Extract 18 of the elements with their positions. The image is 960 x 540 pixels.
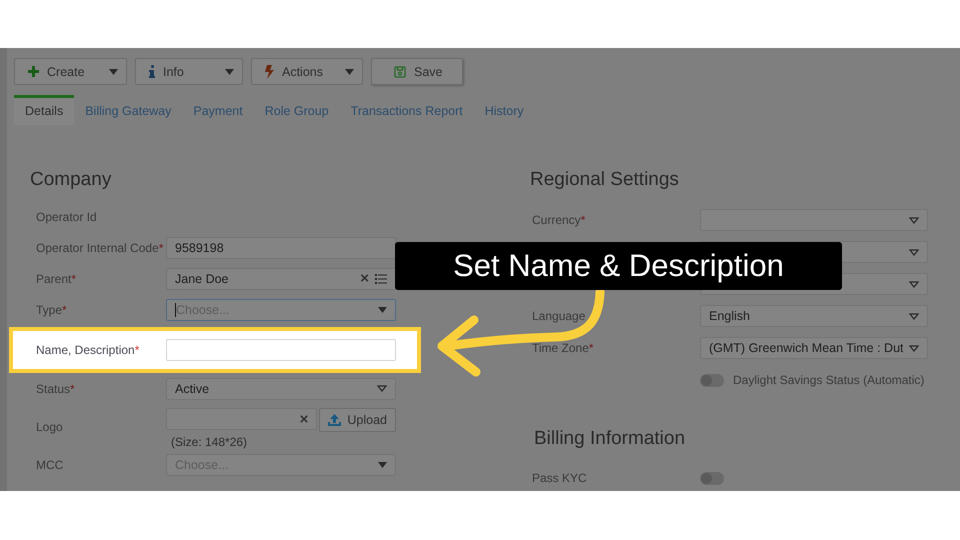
field-label: Time Zone* — [532, 341, 595, 355]
field-label: Logo — [36, 420, 64, 434]
section-heading: Regional Settings — [530, 169, 680, 191]
section-heading: Company — [30, 169, 112, 191]
field-label: Currency* — [532, 213, 586, 227]
field-label: Operator Id — [36, 210, 98, 224]
field-label: Type* — [36, 302, 68, 316]
instruction-tooltip: Set Name & Description — [395, 242, 842, 290]
section-heading: Billing Information — [534, 428, 686, 450]
field-label: Parent* — [36, 272, 78, 286]
hint-text: (Size: 148*26) — [170, 435, 248, 449]
toggle-label: Daylight Savings Status (Automatic) — [733, 373, 924, 387]
field-label: Pass KYC — [532, 471, 588, 485]
field-label: MCC — [36, 458, 64, 472]
field-label: Operator Internal Code* — [36, 240, 164, 254]
field-label: Language — [532, 309, 586, 323]
field-label: Status* — [36, 382, 76, 396]
field-label: Name, Description* — [36, 343, 140, 357]
